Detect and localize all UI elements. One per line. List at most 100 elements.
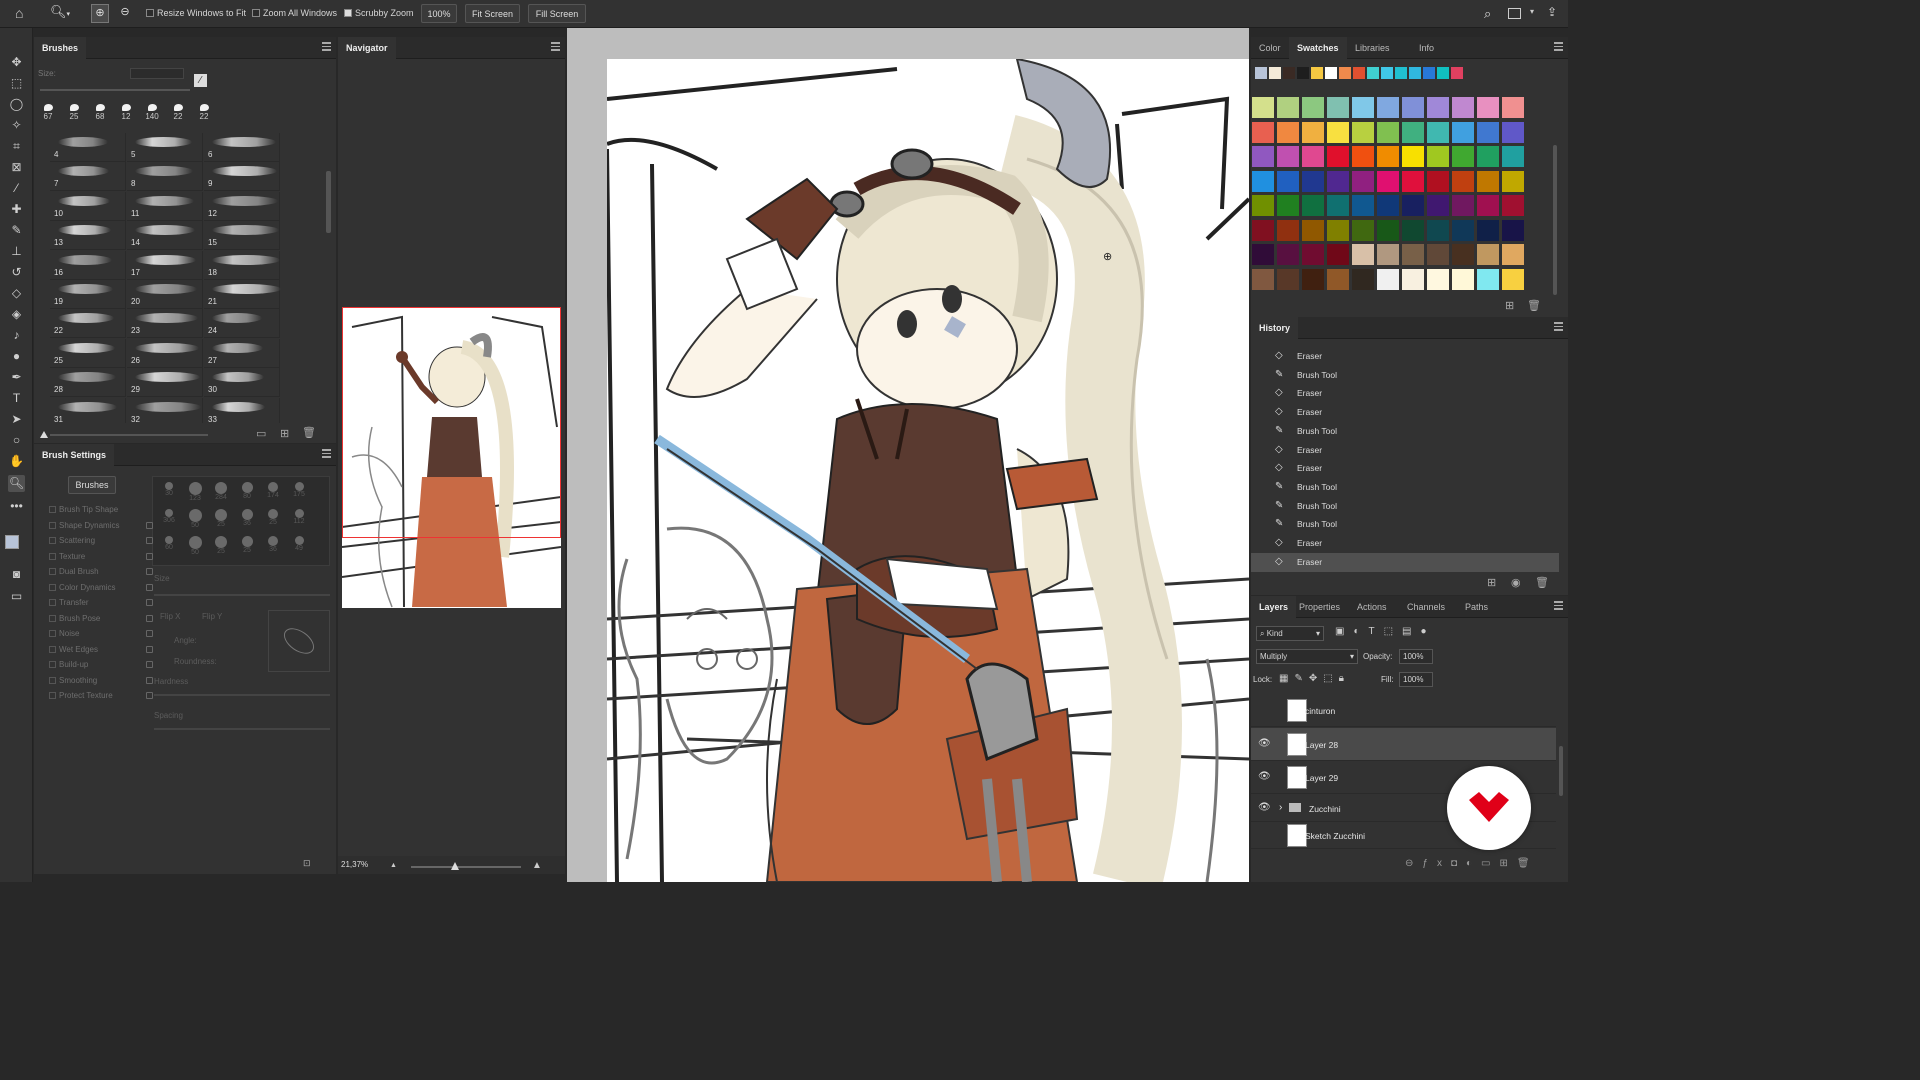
type-tool-icon[interactable]: T xyxy=(8,390,25,407)
option-checkbox[interactable] xyxy=(49,568,56,575)
color-swatch[interactable] xyxy=(1302,219,1324,241)
history-state[interactable]: ✎ Brush Tool xyxy=(1251,366,1559,385)
quick-mask-icon[interactable]: ◙ xyxy=(8,566,25,583)
brush-tip-cell[interactable]: 36 xyxy=(261,535,285,560)
color-swatch[interactable] xyxy=(1352,170,1374,192)
brush-preset[interactable]: 4 xyxy=(50,133,126,162)
brush-preset[interactable]: 23 xyxy=(127,309,203,339)
lock-icon[interactable] xyxy=(146,537,153,544)
zoom-in-icon[interactable]: ⊕ xyxy=(91,4,109,23)
recent-swatch[interactable] xyxy=(1311,67,1323,79)
color-swatch[interactable] xyxy=(1502,268,1524,290)
tab-navigator[interactable]: Navigator xyxy=(338,37,396,59)
panel-menu-icon[interactable] xyxy=(322,449,331,458)
color-swatch[interactable] xyxy=(1502,170,1524,192)
color-swatch[interactable] xyxy=(1502,195,1524,216)
brushes-scrollbar[interactable] xyxy=(326,171,331,233)
option-checkbox[interactable] xyxy=(49,645,56,653)
brush-preset[interactable]: 5 xyxy=(127,133,203,162)
color-swatch[interactable] xyxy=(1252,97,1274,118)
panel-menu-icon[interactable] xyxy=(551,42,560,51)
brush-tip[interactable]: 25 xyxy=(62,103,86,127)
color-swatch[interactable] xyxy=(1327,244,1349,265)
filter-icons[interactable]: ▣◐T⬚▤● xyxy=(1335,626,1436,637)
history-state[interactable]: ✎ Brush Tool xyxy=(1251,478,1559,497)
color-swatch[interactable] xyxy=(1402,195,1424,216)
color-swatch[interactable] xyxy=(1252,219,1274,241)
move-tool-icon[interactable]: ✥ xyxy=(8,54,25,71)
layer-row[interactable]: 👁︎ Layer 28 xyxy=(1251,727,1556,761)
zoom-tool-icon[interactable]: 🔍︎ xyxy=(8,475,25,492)
lock-icon[interactable] xyxy=(146,676,153,684)
brush-preset[interactable]: 9 xyxy=(204,162,280,192)
brush-preset[interactable]: 18 xyxy=(204,250,280,280)
color-swatch[interactable] xyxy=(1327,268,1349,290)
fit-screen-button[interactable]: Fit Screen xyxy=(465,4,520,23)
option-checkbox[interactable] xyxy=(49,537,56,544)
share-icon[interactable]: ⇪ xyxy=(1547,5,1557,19)
tab-history[interactable]: History xyxy=(1251,317,1299,339)
history-state[interactable]: ◇ Eraser xyxy=(1251,384,1559,403)
option-checkbox[interactable] xyxy=(49,583,56,591)
color-swatch[interactable] xyxy=(1477,268,1499,290)
flip-x-checkbox[interactable]: Flip X xyxy=(160,612,180,621)
zoom-out-mountain-icon[interactable]: ▲ xyxy=(390,862,397,869)
color-swatch[interactable] xyxy=(1402,170,1424,192)
lock-icon[interactable] xyxy=(146,645,153,653)
snapshot-icon[interactable]: ◉ xyxy=(1511,576,1521,589)
color-swatch[interactable] xyxy=(1352,268,1374,290)
search-icon[interactable]: ⌕ xyxy=(1484,6,1491,22)
dodge-tool-icon[interactable]: ● xyxy=(8,348,25,365)
color-swatch[interactable] xyxy=(1427,170,1449,192)
history-state[interactable]: ◇ Eraser xyxy=(1251,347,1559,366)
spacing-checkbox[interactable]: Spacing xyxy=(154,711,183,720)
color-swatch[interactable] xyxy=(1302,195,1324,216)
brush-preset[interactable]: 32 xyxy=(127,397,203,423)
brush-preset[interactable]: 8 xyxy=(127,162,203,192)
history-state[interactable]: ✎ Brush Tool xyxy=(1251,515,1559,534)
thumbnail-size-icon[interactable] xyxy=(40,431,48,438)
history-state[interactable]: ◇ Eraser xyxy=(1251,441,1559,460)
color-swatch[interactable] xyxy=(1452,121,1474,143)
brush-tip-cell[interactable]: 175 xyxy=(287,481,311,506)
color-swatch[interactable] xyxy=(1302,170,1324,192)
brush-option[interactable]: Build-up xyxy=(49,658,153,672)
brush-tip-cell[interactable]: 60 xyxy=(157,535,181,560)
recent-swatch[interactable] xyxy=(1325,67,1337,79)
color-swatch[interactable] xyxy=(1252,244,1274,265)
color-swatch[interactable] xyxy=(1327,170,1349,192)
color-swatch[interactable] xyxy=(1477,97,1499,118)
history-state[interactable]: ◇ Eraser xyxy=(1251,403,1559,422)
color-swatch[interactable] xyxy=(1502,146,1524,167)
color-swatch[interactable] xyxy=(1452,268,1474,290)
color-swatch[interactable] xyxy=(1452,244,1474,265)
lock-icon[interactable] xyxy=(146,521,153,529)
layer-row[interactable]: cinturon xyxy=(1251,694,1556,727)
brush-tip-cell[interactable]: 80 xyxy=(235,481,259,506)
recent-swatch[interactable] xyxy=(1283,67,1295,79)
color-swatch[interactable] xyxy=(1252,121,1274,143)
color-swatch[interactable] xyxy=(1277,219,1299,241)
color-swatch[interactable] xyxy=(1302,146,1324,167)
chevron-down-icon[interactable]: ▾ xyxy=(1530,7,1534,16)
brush-preset[interactable]: 28 xyxy=(50,368,126,398)
color-swatch[interactable] xyxy=(1377,219,1399,241)
eye-icon[interactable]: 👁︎ xyxy=(1258,771,1271,783)
brush-tip-cell[interactable]: 50 xyxy=(183,535,207,560)
brush-preset[interactable]: 26 xyxy=(127,338,203,368)
zoom-out-icon[interactable]: ⊖ xyxy=(116,4,134,23)
color-swatch[interactable] xyxy=(1302,244,1324,265)
option-checkbox[interactable] xyxy=(49,661,56,668)
brush-preset[interactable]: 7 xyxy=(50,162,126,192)
panel-menu-icon[interactable] xyxy=(1554,42,1563,51)
tab-brush-settings[interactable]: Brush Settings xyxy=(34,444,115,466)
color-swatch[interactable] xyxy=(1502,97,1524,118)
new-swatch-icon[interactable]: ⊞ xyxy=(1505,299,1514,312)
lock-icon[interactable] xyxy=(146,568,153,575)
brush-tool-icon[interactable]: ✎ xyxy=(8,222,25,239)
tab-channels[interactable]: Channels xyxy=(1399,596,1453,618)
create-brush-icon[interactable]: ⁄ xyxy=(194,74,207,87)
option-checkbox[interactable] xyxy=(49,676,56,684)
color-swatch[interactable] xyxy=(1477,121,1499,143)
color-swatch[interactable] xyxy=(1277,195,1299,216)
